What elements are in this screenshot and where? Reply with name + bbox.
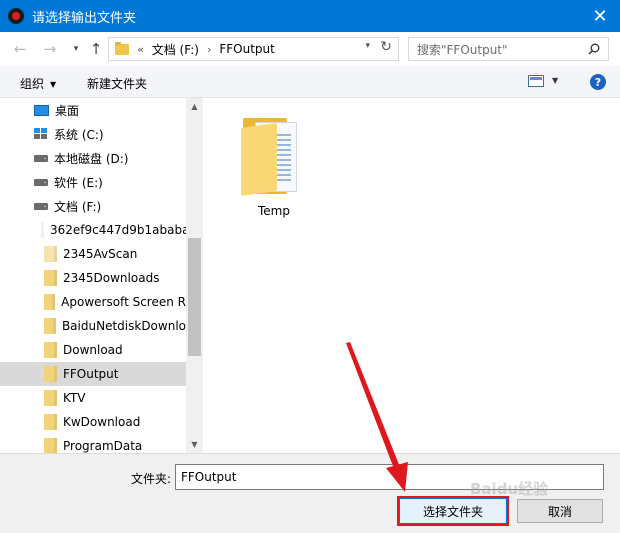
chevron-down-icon[interactable]: ▼ [552, 76, 558, 85]
folder-icon [44, 390, 57, 406]
address-segment-folder[interactable]: FFOutput [219, 42, 275, 56]
chevron-down-icon[interactable]: ▾ [365, 41, 370, 51]
folder-icon [44, 246, 57, 262]
folder-name-value: FFOutput [181, 470, 237, 484]
organize-button[interactable]: 组织 ▼ [20, 75, 56, 92]
search-input[interactable]: 搜索"FFOutput" [408, 37, 609, 61]
tree-item-label: 2345Downloads [63, 271, 160, 285]
drive-icon [34, 178, 48, 186]
file-list-pane: Temp [203, 98, 620, 453]
close-button[interactable]: ✕ [580, 0, 620, 32]
address-segment-drive[interactable]: 文档 (F:) [152, 41, 199, 58]
tree-item-label: 桌面 [55, 103, 80, 118]
tree-item-drive-d[interactable]: 本地磁盘 (D:) [0, 146, 186, 170]
tree-item-folder[interactable]: Download [0, 338, 186, 362]
view-options-icon[interactable] [528, 75, 544, 87]
title-bar: 请选择输出文件夹 ✕ [0, 0, 620, 32]
refresh-icon[interactable]: ↻ [380, 39, 392, 55]
select-folder-button[interactable]: 选择文件夹 [397, 496, 509, 526]
tree-item-drive-c[interactable]: 系统 (C:) [0, 122, 186, 146]
tree-item-folder[interactable]: 2345AvScan [0, 242, 186, 266]
tree-item-folder[interactable]: 2345Downloads [0, 266, 186, 290]
address-overflow[interactable]: « [137, 43, 144, 56]
tree-item-label: 2345AvScan [63, 247, 138, 261]
select-folder-label: 选择文件夹 [399, 498, 507, 524]
new-folder-button[interactable]: 新建文件夹 [87, 75, 147, 92]
tree-item-label: 362ef9c447d9b1ababa [50, 223, 186, 237]
scroll-up-icon[interactable]: ▲ [186, 98, 203, 115]
chevron-down-icon: ▼ [50, 80, 57, 89]
window-title: 请选择输出文件夹 [32, 10, 137, 26]
help-icon[interactable]: ? [590, 74, 606, 90]
drive-icon [34, 202, 48, 210]
folder-field-label: 文件夹: [131, 472, 172, 486]
tree-item-label: Apowersoft Screen R [61, 295, 186, 309]
tree-item-label: ProgramData [63, 439, 143, 453]
system-drive-icon [34, 128, 48, 140]
tree-item-label: 软件 (E:) [54, 175, 103, 190]
drive-icon [34, 154, 48, 162]
folder-icon [44, 294, 56, 310]
tree-item-folder[interactable]: ProgramData [0, 434, 186, 453]
address-separator[interactable]: › [207, 43, 211, 56]
tree-item-folder[interactable]: Apowersoft Screen R [0, 290, 186, 314]
nav-scrollbar[interactable]: ▲ ▼ [186, 98, 203, 453]
folder-icon [44, 438, 57, 453]
organize-label: 组织 [20, 77, 45, 91]
tree-item-label: KwDownload [63, 415, 141, 429]
address-bar[interactable]: « 文档 (F:) › FFOutput ▾ ↻ [108, 37, 399, 61]
tree-item-folder-selected[interactable]: FFOutput [0, 362, 186, 386]
recent-locations-icon[interactable]: ▾ [66, 39, 86, 59]
navigation-pane: 桌面 系统 (C:) 本地磁盘 (D:) 软件 (E:) 文档 (F:) 362… [0, 98, 203, 453]
scrollbar-thumb[interactable] [188, 238, 201, 356]
folder-item-label[interactable]: Temp [241, 204, 307, 218]
folder-icon [44, 270, 57, 286]
tree-item-label: KTV [63, 391, 86, 405]
address-row: ← → ▾ ↑ « 文档 (F:) › FFOutput ▾ ↻ 搜索"FFOu… [0, 32, 620, 66]
search-placeholder: 搜索"FFOutput" [417, 42, 508, 57]
folder-with-documents-icon[interactable] [241, 116, 301, 196]
tree-item-drive-e[interactable]: 软件 (E:) [0, 170, 186, 194]
desktop-icon [34, 104, 49, 116]
folder-icon [44, 366, 57, 382]
tree-item-folder[interactable]: BaiduNetdiskDownlo [0, 314, 186, 338]
folder-icon [44, 318, 56, 334]
up-arrow-icon[interactable]: ↑ [86, 39, 106, 59]
command-bar: 组织 ▼ 新建文件夹 ▼ ? [0, 66, 620, 98]
tree-item-drive-f[interactable]: 文档 (F:) [0, 194, 186, 218]
back-arrow-icon[interactable]: ← [10, 39, 30, 59]
tree-item-label: 文档 (F:) [54, 199, 102, 214]
folder-icon [44, 414, 57, 430]
tree-item-folder[interactable]: KTV [0, 386, 186, 410]
tree-item-label: FFOutput [63, 367, 119, 381]
tree-item-desktop[interactable]: 桌面 [0, 98, 186, 122]
watermark-logo: Baidu经验 [470, 480, 549, 498]
tree-item-label: 系统 (C:) [54, 127, 104, 142]
folder-icon [44, 342, 57, 358]
cancel-button[interactable]: 取消 [517, 499, 603, 523]
tree-item-label: Download [63, 343, 123, 357]
folder-icon [115, 41, 129, 55]
search-icon [588, 43, 600, 55]
forward-arrow-icon[interactable]: → [40, 39, 60, 59]
tree-item-folder[interactable]: 362ef9c447d9b1ababa [0, 218, 186, 242]
tree-item-label: BaiduNetdiskDownlo [61, 319, 186, 333]
tree-item-folder[interactable]: KwDownload [0, 410, 186, 434]
app-record-icon [8, 8, 24, 24]
scroll-down-icon[interactable]: ▼ [186, 436, 203, 453]
tree-item-label: 本地磁盘 (D:) [54, 151, 129, 166]
